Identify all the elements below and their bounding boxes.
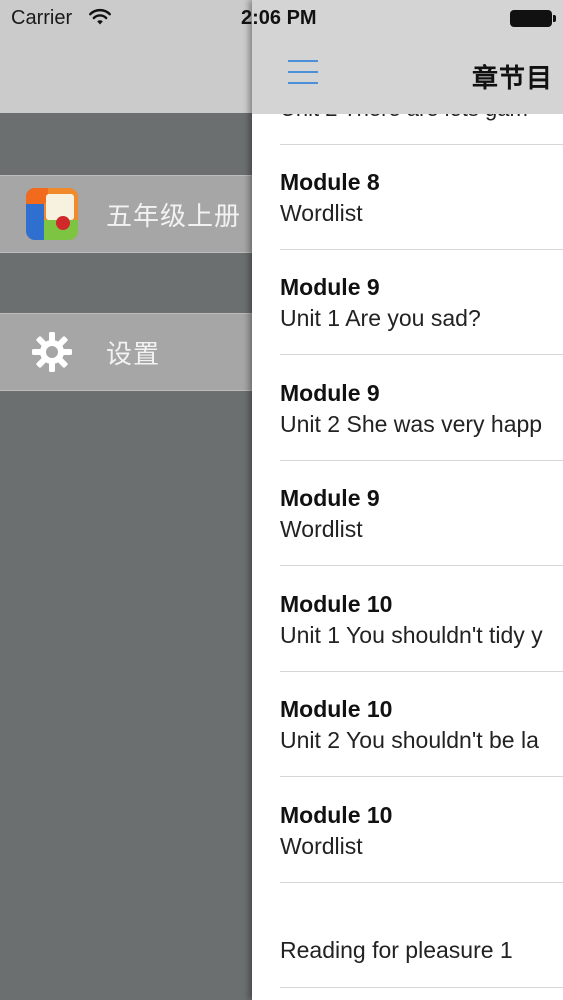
drawer-item-label: 设置 xyxy=(106,338,161,369)
chapter-module: Module 10 xyxy=(280,591,393,617)
row-divider xyxy=(280,776,563,777)
chapter-module: Module 10 xyxy=(280,802,393,828)
chapter-row[interactable]: Module 9 Wordlist xyxy=(252,461,563,566)
chapter-unit: Unit 2 You shouldn't be la xyxy=(280,727,539,753)
gear-icon xyxy=(32,332,72,372)
row-divider xyxy=(280,565,563,566)
book-cover-icon xyxy=(26,188,78,240)
hamburger-menu-icon[interactable] xyxy=(288,60,318,84)
chapter-unit: Wordlist xyxy=(280,833,363,859)
chapter-unit: Wordlist xyxy=(280,516,363,542)
page-title: 章节目 xyxy=(472,63,554,93)
row-divider xyxy=(280,354,563,355)
chapter-module: Module 9 xyxy=(280,274,380,300)
chapter-row[interactable]: Module 10 Unit 2 You shouldn't be la xyxy=(252,672,563,777)
chapter-unit: Unit 1 You shouldn't tidy y xyxy=(280,622,543,648)
chapter-row[interactable]: Reading for pleasure 1 xyxy=(252,883,563,988)
row-divider xyxy=(280,987,563,988)
nav-bar: 章节目 xyxy=(252,0,563,114)
side-drawer: 五年级上册 设置 xyxy=(0,0,253,1000)
chapter-unit: Wordlist xyxy=(280,200,363,226)
drawer-item-label: 五年级上册 xyxy=(106,200,242,231)
chapter-row[interactable]: Module 10 Unit 1 You shouldn't tidy y xyxy=(252,567,563,672)
chapter-module: Module 10 xyxy=(280,696,393,722)
chapter-unit: Unit 2 She was very happ xyxy=(280,411,543,437)
chapter-module: Module 9 xyxy=(280,380,380,406)
chapter-row[interactable]: Module 9 Unit 1 Are you sad? xyxy=(252,250,563,355)
chapter-row[interactable]: Module 8 Wordlist xyxy=(252,145,563,250)
main-panel: Unit 2 There are lots gam Module 8 Wordl… xyxy=(252,0,563,1000)
drawer-item-settings[interactable]: 设置 xyxy=(0,313,253,391)
chapter-row[interactable]: Module 9 Unit 2 She was very happ xyxy=(252,356,563,461)
chapter-unit: Reading for pleasure 1 xyxy=(280,937,513,963)
chapter-row[interactable]: Module 10 Wordlist xyxy=(252,778,563,883)
chapter-module: Module 8 xyxy=(280,169,380,195)
drawer-item-grade5-book[interactable]: 五年级上册 xyxy=(0,175,253,253)
carrier-label: Carrier xyxy=(11,7,73,29)
chapter-unit: Unit 1 Are you sad? xyxy=(280,305,481,331)
chapter-module: Module 9 xyxy=(280,485,380,511)
